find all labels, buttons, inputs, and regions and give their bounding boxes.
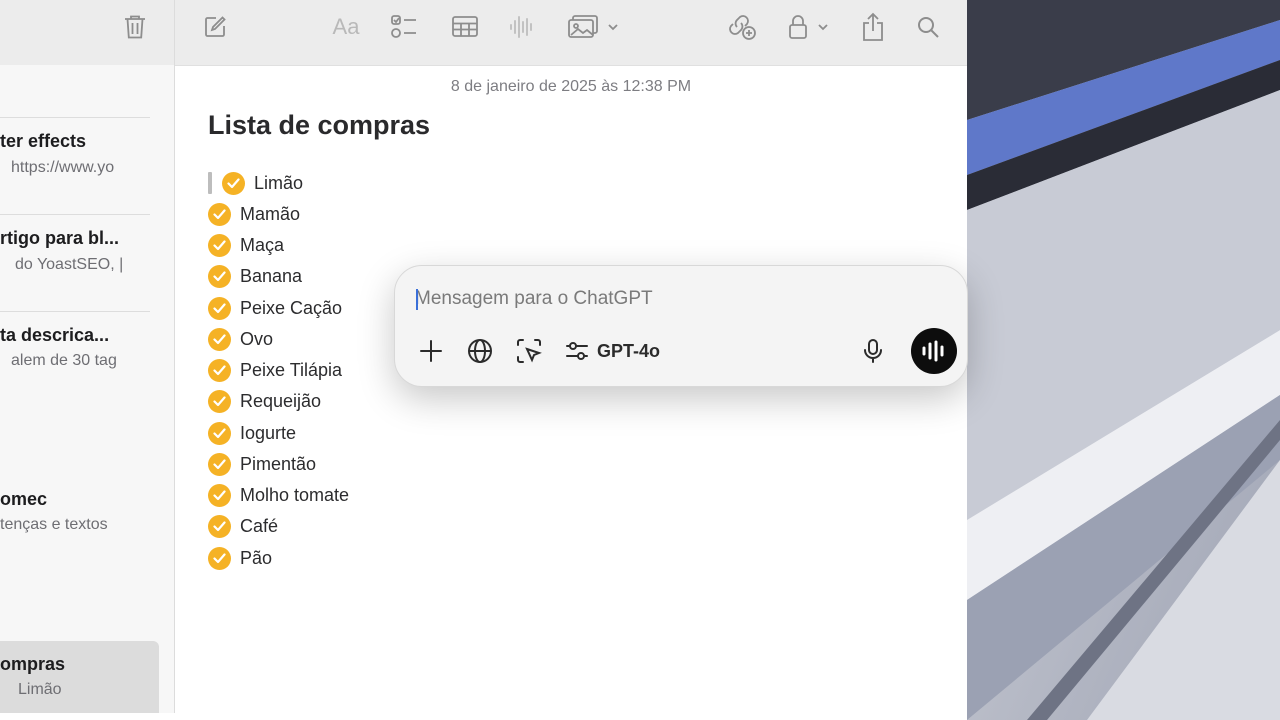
note-preview: alem de 30 tag (11, 352, 117, 369)
note-list-item[interactable]: omec tenças e textos (0, 476, 150, 636)
note-preview: tenças e textos (0, 516, 108, 533)
chatgpt-quick-panel: GPT-4o (394, 265, 968, 387)
web-search-button[interactable] (466, 336, 494, 366)
checkmark-icon[interactable] (208, 484, 231, 507)
note-editor[interactable]: 8 de janeiro de 2025 às 12:38 PM Lista d… (175, 66, 967, 713)
checklist-item-label: Pimentão (240, 453, 317, 474)
checkmark-icon[interactable] (208, 515, 231, 539)
screen-select-icon (517, 339, 542, 363)
note-title: ta descrica... (0, 325, 110, 345)
window-bottom-edge (0, 713, 967, 720)
checkmark-icon[interactable] (208, 296, 231, 320)
checklist-item[interactable]: Pão (208, 545, 272, 571)
table-icon[interactable] (449, 13, 481, 41)
checklist-item-label: Requeijão (240, 391, 322, 412)
note-list-sidebar: ter effects https://www.yo rtigo para bl… (0, 0, 175, 713)
note-date: 8 de janeiro de 2025 às 12:38 PM (450, 78, 692, 95)
checklist-item-label: Peixe Cação (240, 297, 343, 318)
input-caret (416, 289, 418, 310)
collaborate-icon[interactable] (726, 12, 758, 42)
add-attachment-button[interactable] (417, 336, 445, 366)
checkmark-icon[interactable] (208, 452, 231, 476)
checklist-item[interactable]: Mamão (208, 201, 300, 227)
dictation-button[interactable] (861, 336, 885, 366)
checklist-item-label: Iogurte (240, 422, 297, 443)
checklist-item[interactable]: Molho tomate (208, 483, 349, 509)
editor-toolbar: Aa (175, 0, 967, 66)
note-preview: https://www.yo (11, 159, 115, 176)
checkmark-icon[interactable] (208, 359, 231, 382)
model-label: GPT-4o (597, 340, 661, 361)
trash-icon[interactable] (120, 12, 150, 42)
note-list-item[interactable]: rtigo para bl... do YoastSEO, | (0, 215, 150, 311)
voice-waveform-icon (922, 340, 944, 362)
checklist-item[interactable]: Maça (208, 233, 284, 259)
chat-message-input[interactable] (415, 286, 915, 312)
note-title: rtigo para bl... (0, 228, 120, 248)
search-icon[interactable] (914, 13, 942, 41)
checklist-item[interactable]: Café (208, 514, 278, 540)
checkmark-icon[interactable] (222, 171, 245, 195)
checklist-item-label: Banana (240, 266, 303, 287)
checklist-item-label: Mamão (240, 203, 301, 224)
note-title: ompras (0, 654, 66, 674)
share-icon[interactable] (859, 10, 887, 44)
checklist-icon[interactable] (389, 13, 419, 41)
format-icon[interactable]: Aa (329, 14, 363, 40)
desktop-wallpaper (967, 0, 1280, 720)
checklist-item[interactable]: Iogurte (208, 420, 296, 446)
checklist-item[interactable]: Ovo (208, 326, 273, 352)
checkmark-icon[interactable] (208, 327, 231, 351)
note-list-item-selected[interactable]: ompras Limão (0, 641, 159, 713)
checkmark-icon[interactable] (208, 265, 231, 289)
checklist-item[interactable]: Requeijão (208, 389, 321, 415)
checklist-item-label: Molho tomate (240, 485, 350, 505)
compose-icon[interactable] (201, 13, 229, 41)
screen-capture-button[interactable] (515, 336, 543, 366)
sliders-icon (566, 342, 588, 360)
globe-icon (468, 339, 492, 363)
checklist-item[interactable]: Limão (222, 170, 303, 196)
model-selector-button[interactable]: GPT-4o (565, 336, 660, 366)
checklist-item-label: Maça (240, 235, 285, 255)
checklist-item-label: Peixe Tilápia (240, 360, 343, 380)
note-list-item[interactable]: ter effects https://www.yo (0, 118, 150, 214)
note-title: omec (0, 489, 48, 509)
checklist-item-label: Ovo (240, 328, 274, 349)
note-title: ter effects (0, 131, 87, 151)
checklist-item[interactable]: Peixe Tilápia (208, 358, 342, 384)
note-preview: do YoastSEO, | (15, 256, 124, 273)
checklist-item-label: Limão (254, 172, 304, 193)
checkmark-icon[interactable] (208, 421, 231, 445)
audio-icon[interactable] (507, 13, 535, 41)
microphone-icon (864, 339, 882, 363)
media-icon[interactable] (567, 13, 623, 41)
checklist-item[interactable]: Banana (208, 264, 302, 290)
checkmark-icon[interactable] (208, 390, 231, 414)
voice-mode-button[interactable] (911, 328, 957, 374)
checklist-item-label: Café (240, 516, 279, 537)
note-preview: Limão (18, 681, 62, 698)
sidebar-toolbar (0, 0, 174, 65)
note-list-item[interactable]: ta descrica... alem de 30 tag (0, 312, 150, 472)
note-title: Lista de compras (208, 110, 431, 140)
text-cursor (208, 172, 212, 194)
checklist-item[interactable]: Pimentão (208, 451, 316, 477)
checkmark-icon[interactable] (208, 546, 231, 570)
checklist-item-label: Pão (240, 547, 273, 568)
checkmark-icon[interactable] (208, 234, 231, 257)
lock-icon[interactable] (787, 12, 833, 42)
checkmark-icon[interactable] (208, 202, 231, 226)
plus-icon (420, 340, 442, 362)
checklist-item[interactable]: Peixe Cação (208, 295, 342, 321)
